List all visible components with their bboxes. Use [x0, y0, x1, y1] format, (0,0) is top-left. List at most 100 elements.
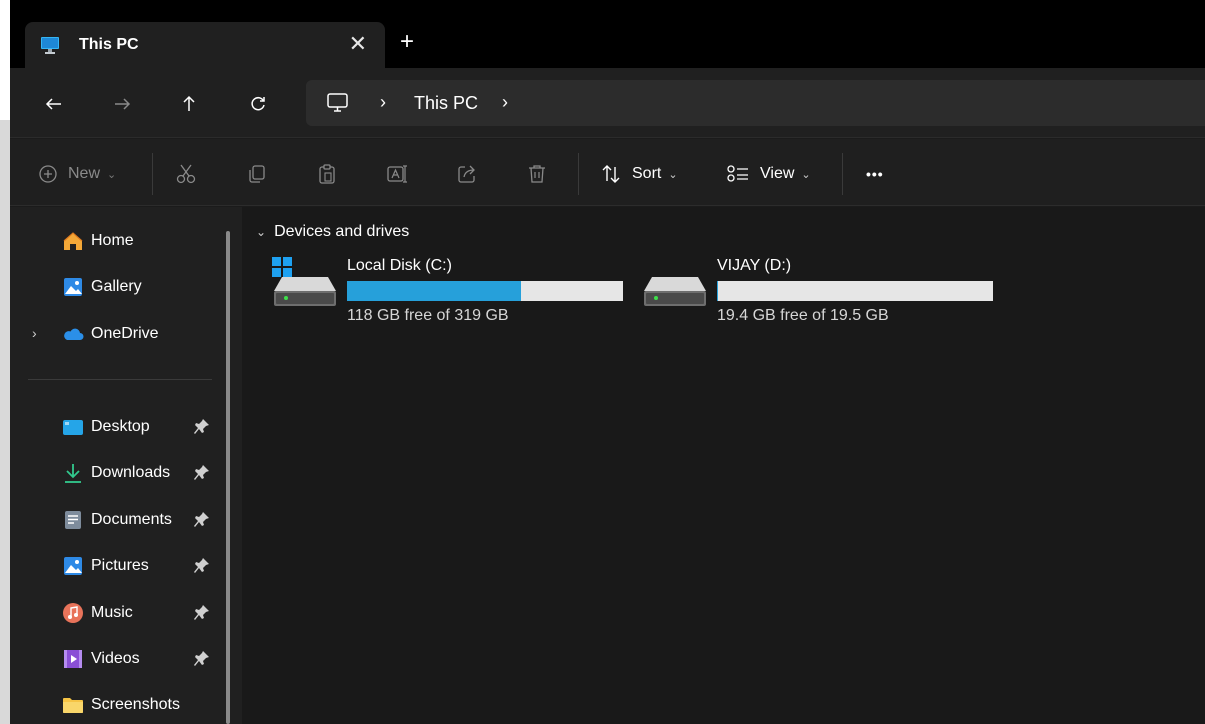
sidebar-item-label: Music — [91, 604, 133, 621]
desktop-folder-icon — [63, 420, 83, 435]
arrow-up-icon — [183, 95, 195, 111]
sidebar-item-screenshots[interactable]: Screenshots — [10, 688, 224, 724]
sidebar-item-label: Desktop — [91, 418, 150, 435]
arrow-left-icon — [45, 98, 61, 110]
chevron-down-icon: ⌄ — [801, 168, 811, 181]
copy-button[interactable] — [246, 161, 268, 187]
sort-icon — [602, 165, 620, 183]
this-pc-icon — [327, 93, 348, 112]
sort-label: Sort — [632, 165, 662, 182]
sidebar-item-label: OneDrive — [91, 325, 159, 342]
command-bar: New ⌄ Sort ⌄ View ⌄ ••• — [10, 139, 1205, 206]
sidebar-item-desktop[interactable]: Desktop — [10, 410, 224, 446]
breadcrumb-this-pc[interactable]: This PC — [414, 93, 478, 114]
drive-name: Local Disk (C:) — [347, 257, 452, 274]
window-edge — [0, 0, 10, 724]
navigation-bar: › This PC › — [10, 68, 1205, 138]
back-button[interactable] — [40, 90, 68, 118]
rename-button[interactable] — [386, 161, 408, 187]
chevron-down-icon: ⌄ — [668, 168, 678, 181]
music-icon — [63, 603, 83, 623]
chevron-down-icon: ⌄ — [256, 225, 267, 239]
share-icon — [458, 165, 475, 183]
drive-icon — [644, 277, 706, 306]
tab-title: This PC — [79, 36, 139, 53]
drive-free-space: 118 GB free of 319 GB — [347, 307, 509, 324]
sidebar-item-pictures[interactable]: Pictures — [10, 549, 224, 585]
sidebar-divider — [28, 379, 212, 380]
breadcrumb-chevron-icon[interactable]: › — [502, 92, 508, 113]
videos-icon — [64, 650, 82, 668]
sidebar-scrollbar[interactable] — [226, 231, 230, 724]
view-list-icon — [727, 165, 748, 182]
cut-button[interactable] — [175, 161, 197, 187]
more-options-button[interactable]: ••• — [866, 161, 884, 187]
copy-icon — [249, 165, 265, 183]
rename-icon — [387, 165, 407, 183]
chevron-right-icon[interactable]: › — [32, 325, 37, 341]
pin-icon[interactable] — [194, 464, 210, 482]
sidebar-item-label: Pictures — [91, 557, 149, 574]
sidebar-item-label: Screenshots — [91, 696, 180, 713]
sidebar-item-label: Documents — [91, 511, 172, 528]
breadcrumb-chevron-icon[interactable]: › — [380, 92, 386, 113]
sidebar-item-onedrive[interactable]: › OneDrive — [10, 317, 224, 353]
view-button[interactable]: View ⌄ — [726, 161, 811, 187]
scissors-icon — [176, 164, 196, 184]
download-icon — [65, 464, 81, 483]
group-label: Devices and drives — [274, 223, 410, 240]
drive-c[interactable]: Local Disk (C:) 118 GB free of 319 GB — [272, 253, 632, 324]
view-label: View — [760, 165, 795, 182]
trash-icon — [529, 165, 545, 183]
sort-button[interactable]: Sort ⌄ — [600, 161, 678, 187]
new-button[interactable]: New ⌄ — [38, 161, 116, 187]
plus-circle-icon — [39, 165, 57, 183]
clipboard-icon — [319, 164, 335, 184]
pin-icon[interactable] — [194, 557, 210, 575]
sidebar-item-documents[interactable]: Documents — [10, 503, 224, 539]
folder-icon — [63, 698, 83, 713]
sidebar-item-label: Home — [91, 232, 134, 249]
drive-free-space: 19.4 GB free of 19.5 GB — [717, 307, 889, 324]
sidebar-item-label: Videos — [91, 650, 140, 667]
windows-drive-icon — [272, 257, 336, 306]
sidebar-item-videos[interactable]: Videos — [10, 642, 224, 678]
drive-d[interactable]: VIJAY (D:) 19.4 GB free of 19.5 GB — [642, 253, 1002, 324]
sidebar-item-label: Downloads — [91, 464, 171, 481]
arrow-right-icon — [115, 98, 131, 110]
gallery-icon — [64, 278, 82, 296]
group-header-devices[interactable]: ⌄ Devices and drives — [256, 223, 409, 241]
monitor-icon — [41, 37, 59, 54]
sidebar-item-downloads[interactable]: Downloads — [10, 456, 224, 492]
new-label: New — [68, 165, 101, 182]
drive-usage-bar — [717, 281, 993, 301]
delete-button[interactable] — [526, 161, 548, 187]
drive-usage-fill — [717, 281, 718, 301]
address-bar[interactable]: › This PC › — [306, 80, 1205, 126]
pin-icon[interactable] — [194, 511, 210, 529]
pin-icon[interactable] — [194, 418, 210, 436]
drive-usage-fill — [347, 281, 521, 301]
pin-icon[interactable] — [194, 650, 210, 668]
sidebar-item-home[interactable]: Home — [10, 224, 224, 260]
refresh-button[interactable] — [244, 90, 272, 118]
more-icon: ••• — [866, 166, 884, 182]
paste-button[interactable] — [316, 161, 338, 187]
drive-name: VIJAY (D:) — [717, 257, 792, 274]
forward-button[interactable] — [108, 90, 136, 118]
chevron-down-icon: ⌄ — [107, 168, 117, 181]
pin-icon[interactable] — [194, 604, 210, 622]
sidebar-item-music[interactable]: Music — [10, 596, 224, 632]
tab-this-pc[interactable]: This PC ✕ — [25, 22, 385, 68]
close-tab-button[interactable]: ✕ — [349, 32, 367, 56]
pictures-icon — [64, 557, 82, 575]
sidebar-item-gallery[interactable]: Gallery — [10, 270, 224, 306]
new-tab-button[interactable]: + — [400, 30, 414, 54]
sidebar-item-label: Gallery — [91, 278, 142, 295]
share-button[interactable] — [456, 161, 478, 187]
navigation-pane: Home Gallery › OneDrive Desktop Download… — [10, 207, 242, 724]
tab-bar: This PC ✕ + — [10, 0, 1205, 68]
file-view: ⌄ Devices and drives Local Disk (C:) 118… — [242, 207, 1205, 724]
documents-icon — [65, 511, 81, 529]
up-button[interactable] — [175, 90, 203, 118]
